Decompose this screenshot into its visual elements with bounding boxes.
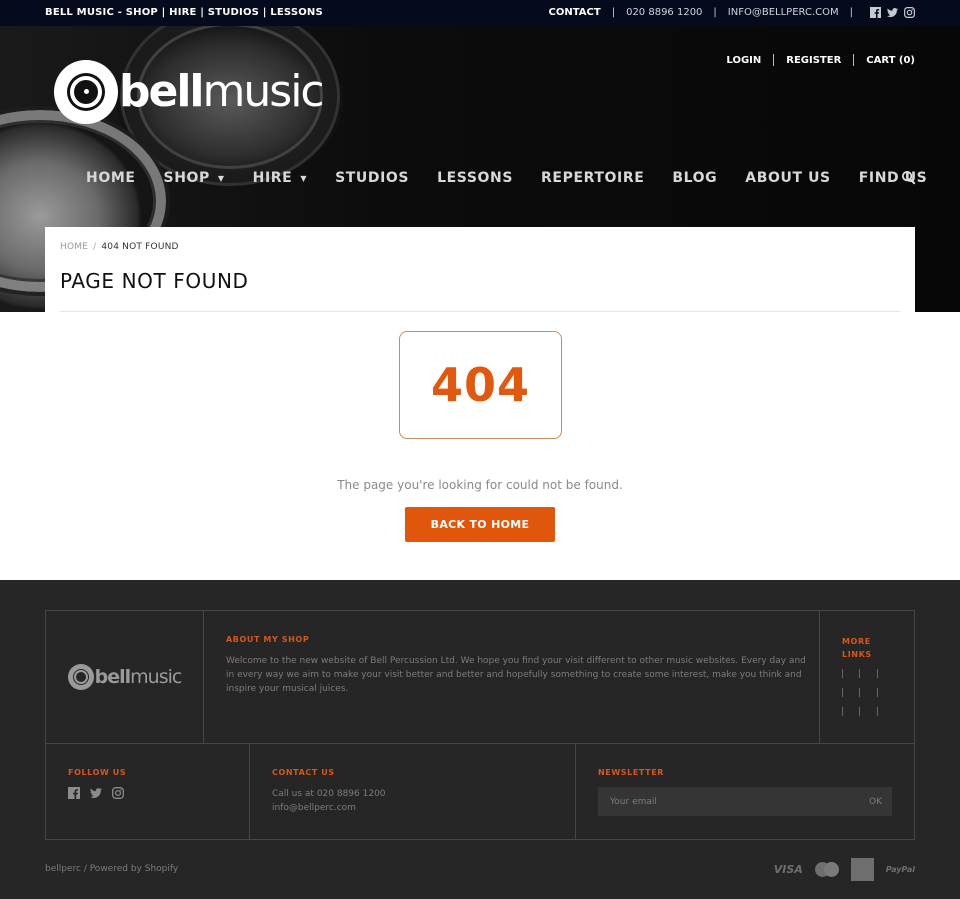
search-icon[interactable] xyxy=(901,170,917,186)
nav-label: HOME xyxy=(86,170,136,186)
newsletter-submit-button[interactable]: OK xyxy=(869,797,892,807)
account-links: LOGIN REGISTER CART (0) xyxy=(726,54,915,66)
link-item[interactable] xyxy=(876,707,878,716)
divider: | xyxy=(849,7,853,18)
vinyl-logo-icon xyxy=(54,60,118,124)
tagline: BELL MUSIC - SHOP | HIRE | STUDIOS | LES… xyxy=(45,7,323,18)
twitter-icon[interactable] xyxy=(887,7,898,18)
logo-light: music xyxy=(130,666,182,688)
nav-label: STUDIOS xyxy=(335,170,410,186)
nav-lessons[interactable]: LESSONS xyxy=(437,170,513,186)
breadcrumb-current: 404 NOT FOUND xyxy=(101,242,179,252)
contact-section: CONTACT US Call us at 020 8896 1200 info… xyxy=(250,744,576,839)
newsletter-form: OK xyxy=(598,787,892,816)
payment-methods: VISA PayPal xyxy=(762,858,915,881)
cart-link[interactable]: CART (0) xyxy=(866,55,915,66)
link-item[interactable] xyxy=(842,669,843,678)
about-heading: ABOUT MY SHOP xyxy=(226,635,310,644)
nav-label: ABOUT US xyxy=(745,170,831,186)
back-to-home-button[interactable]: BACK TO HOME xyxy=(405,507,555,542)
nav-label: FIND US xyxy=(858,170,928,186)
vinyl-logo-icon xyxy=(67,664,94,690)
error-message: The page you're looking for could not be… xyxy=(337,478,623,492)
visa-icon: VISA xyxy=(773,863,803,876)
paypal-icon: PayPal xyxy=(885,865,915,874)
instagram-icon[interactable] xyxy=(904,7,915,18)
mastercard-icon xyxy=(814,862,839,877)
more-links-section: MORE LINKS xyxy=(820,611,914,744)
logo-bold: bell xyxy=(94,666,132,688)
nav-hire[interactable]: HIRE ▼ xyxy=(253,170,307,186)
nav-label: SHOP xyxy=(163,170,210,186)
email-link[interactable]: INFO@BELLPERC.COM xyxy=(728,7,839,18)
footer-grid: bellmusic ABOUT MY SHOP Welcome to the n… xyxy=(45,610,915,840)
breadcrumb-separator: / xyxy=(93,242,97,252)
nav-label: BLOG xyxy=(672,170,718,186)
page-header-card: HOME / 404 NOT FOUND PAGE NOT FOUND xyxy=(45,227,915,317)
link-item[interactable] xyxy=(876,669,878,678)
breadcrumb-home[interactable]: HOME xyxy=(60,242,88,252)
nav-shop[interactable]: SHOP ▼ xyxy=(164,170,225,186)
link-item[interactable] xyxy=(859,707,861,716)
twitter-icon[interactable] xyxy=(90,787,102,799)
breadcrumb: HOME / 404 NOT FOUND xyxy=(60,242,179,252)
more-links-heading: MORE LINKS xyxy=(842,637,872,659)
login-link[interactable]: LOGIN xyxy=(726,55,761,66)
link-item[interactable] xyxy=(859,669,861,678)
contact-link[interactable]: CONTACT xyxy=(549,7,601,18)
divider xyxy=(60,311,900,312)
main-nav: HOME SHOP ▼ HIRE ▼ STUDIOS LESSONS REPERTO… xyxy=(86,170,955,186)
page-title: PAGE NOT FOUND xyxy=(60,269,249,293)
site-logo[interactable]: bellmusic xyxy=(54,60,325,124)
contact-email-link[interactable]: info@bellperc.com xyxy=(272,803,356,813)
link-item[interactable] xyxy=(876,688,878,697)
top-contact: CONTACT | 020 8896 1200 | INFO@BELLPERC.… xyxy=(549,7,915,18)
link-item[interactable] xyxy=(859,688,861,697)
newsletter-email-input[interactable] xyxy=(598,787,869,816)
contact-details: Call us at 020 8896 1200 info@bellperc.c… xyxy=(272,787,386,815)
divider: | xyxy=(611,7,616,18)
nav-label: REPERTOIRE xyxy=(541,170,645,186)
divider: | xyxy=(713,7,717,18)
nav-home[interactable]: HOME xyxy=(86,170,136,186)
register-link[interactable]: REGISTER xyxy=(786,55,841,66)
footer: bellmusic ABOUT MY SHOP Welcome to the n… xyxy=(0,580,960,899)
newsletter-section: NEWSLETTER OK xyxy=(576,744,914,839)
logo-light: music xyxy=(202,66,325,117)
footer-logo-cell: bellmusic xyxy=(46,611,204,744)
more-links-list xyxy=(842,669,894,716)
footer-logo[interactable]: bellmusic xyxy=(67,664,182,690)
logo-bold: bell xyxy=(119,66,205,117)
top-bar: BELL MUSIC - SHOP | HIRE | STUDIOS | LES… xyxy=(0,0,960,26)
social-links xyxy=(68,787,134,799)
footer-credit: bellperc / Powered by Shopify xyxy=(45,864,179,874)
nav-repertoire[interactable]: REPERTOIRE xyxy=(541,170,644,186)
follow-heading: FOLLOW US xyxy=(68,768,127,777)
newsletter-heading: NEWSLETTER xyxy=(598,768,665,777)
nav-about-us[interactable]: ABOUT US xyxy=(745,170,830,186)
amex-icon xyxy=(850,858,874,881)
nav-find-us[interactable]: FIND US xyxy=(859,170,928,186)
nav-label: LESSONS xyxy=(437,170,514,186)
follow-section: FOLLOW US xyxy=(46,744,250,839)
contact-heading: CONTACT US xyxy=(272,768,335,777)
contact-phone: Call us at 020 8896 1200 xyxy=(272,789,386,799)
instagram-icon[interactable] xyxy=(112,787,124,799)
caret-down-icon: ▼ xyxy=(300,173,308,183)
facebook-icon[interactable] xyxy=(870,7,881,18)
divider xyxy=(773,54,775,66)
nav-label: HIRE xyxy=(252,170,293,186)
link-item[interactable] xyxy=(842,707,843,716)
facebook-icon[interactable] xyxy=(68,787,80,799)
nav-studios[interactable]: STUDIOS xyxy=(335,170,409,186)
caret-down-icon: ▼ xyxy=(217,173,225,183)
phone-link[interactable]: 020 8896 1200 xyxy=(626,7,702,18)
about-section: ABOUT MY SHOP Welcome to the new website… xyxy=(204,611,820,744)
error-code-box: 404 xyxy=(399,331,562,439)
error-code: 404 xyxy=(430,358,531,412)
about-text: Welcome to the new website of Bell Percu… xyxy=(226,656,806,694)
divider xyxy=(853,54,855,66)
nav-blog[interactable]: BLOG xyxy=(672,170,717,186)
link-item[interactable] xyxy=(842,688,843,697)
